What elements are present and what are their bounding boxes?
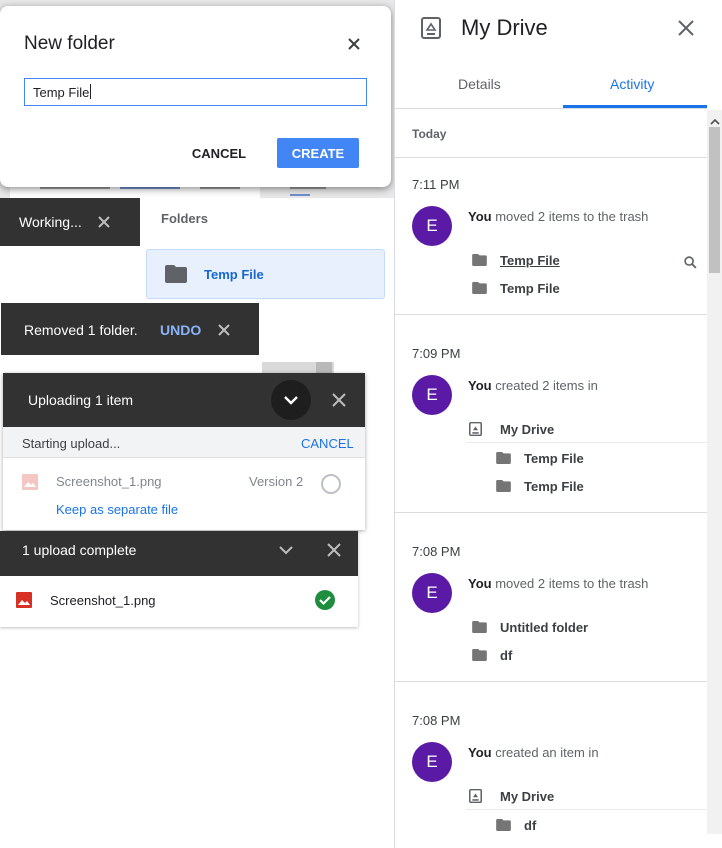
tab-details[interactable]: Details [458,76,501,92]
activity-description: You created an item in [468,745,599,760]
activity-action: created an item in [495,745,599,760]
image-file-icon [22,474,38,495]
text-caret [90,84,91,99]
tab-divider [395,108,707,109]
drive-icon [469,421,482,441]
working-snackbar: Working... [0,198,140,246]
activity-description: You moved 2 items to the trash [468,576,648,591]
keep-separate-link[interactable]: Keep as separate file [56,502,178,517]
divider [395,512,707,513]
activity-item[interactable]: Temp File [524,479,584,494]
upload-file-version: Version 2 [249,474,304,489]
uploading-panel: Uploading 1 item Starting upload... CANC… [3,373,365,530]
upload-status-bar: Starting upload... CANCEL [3,427,365,458]
divider [395,314,707,315]
tab-activity[interactable]: Activity [610,76,654,92]
folders-section-label: Folders [161,211,208,226]
folder-icon [472,648,487,666]
removed-text: Removed 1 folder. [24,322,138,338]
activity-actor: You [468,378,492,393]
folder-icon [472,281,487,299]
upload-file-row: Screenshot_1.png Version 2 Keep as separ… [3,458,365,524]
section-label: Today [412,127,447,141]
folder-card-label: Temp File [204,267,264,282]
panel-title: My Drive [461,15,548,40]
activity-location[interactable]: My Drive [500,789,554,804]
divider [395,681,707,682]
activity-item[interactable]: df [524,818,536,833]
progress-ring-icon [321,474,341,494]
close-icon[interactable] [326,542,342,563]
activity-description: You moved 2 items to the trash [468,209,648,224]
search-icon[interactable] [684,256,697,274]
activity-actor: You [468,209,492,224]
close-icon[interactable] [677,19,695,42]
cancel-button[interactable]: CANCEL [181,138,257,168]
folder-icon [165,265,187,288]
upload-status-text: Starting upload... [22,436,121,451]
collapse-button[interactable] [271,380,311,420]
upload-file-name: Screenshot_1.png [56,474,162,489]
activity-item[interactable]: df [500,648,512,663]
undo-button[interactable]: UNDO [160,322,201,338]
avatar: E [412,375,452,415]
folder-icon [472,253,487,271]
activity-time: 7:08 PM [412,713,461,728]
avatar: E [412,573,452,613]
removed-snackbar: Removed 1 folder. UNDO [1,303,259,355]
activity-item[interactable]: Temp File [500,281,560,296]
check-circle-icon [315,590,335,615]
activity-actor: You [468,745,492,760]
activity-item[interactable]: Temp File [500,253,560,268]
close-icon[interactable] [96,214,112,235]
divider [395,157,707,158]
folder-card[interactable]: Temp File [146,249,385,299]
activity-action: moved 2 items to the trash [495,576,649,591]
divider [466,442,707,443]
chevron-down-icon[interactable] [278,542,294,563]
cancel-upload-button[interactable]: CANCEL [301,436,354,451]
avatar: E [412,206,452,246]
activity-action: created 2 items in [495,378,598,393]
folder-icon [496,451,511,469]
close-icon[interactable] [216,322,232,343]
activity-action: moved 2 items to the trash [495,209,649,224]
folder-icon [496,818,511,836]
folder-icon [496,479,511,497]
screen: Folders Temp File New folder CANCEL CREA… [0,0,722,848]
upload-complete-panel: 1 upload complete Screenshot_1.png [0,531,358,627]
activity-actor: You [468,576,492,591]
divider [466,809,707,810]
close-icon[interactable] [344,34,364,54]
activity-description: You created 2 items in [468,378,598,393]
completed-file-name: Screenshot_1.png [50,593,156,608]
activity-time: 7:08 PM [412,544,461,559]
create-button[interactable]: CREATE [277,138,359,168]
uploading-title: Uploading 1 item [28,392,134,408]
working-text: Working... [19,214,82,230]
details-panel: My Drive Details Activity Today 7:11 PM … [394,0,722,848]
drive-icon [421,17,441,44]
new-folder-dialog: New folder CANCEL CREATE [0,6,391,187]
uploading-header: Uploading 1 item [3,373,365,427]
dialog-title: New folder [24,33,115,54]
close-icon[interactable] [331,392,347,413]
activity-item[interactable]: Temp File [524,451,584,466]
activity-location[interactable]: My Drive [500,422,554,437]
image-file-icon [16,592,32,613]
scrollbar-thumb[interactable] [709,127,720,273]
folder-icon [472,620,487,638]
drive-icon [469,788,482,808]
activity-item[interactable]: Untitled folder [500,620,588,635]
avatar: E [412,742,452,782]
upload-complete-title: 1 upload complete [22,542,137,558]
upload-complete-header: 1 upload complete [0,531,358,576]
folder-name-input[interactable] [24,78,367,106]
activity-time: 7:09 PM [412,346,461,361]
activity-time: 7:11 PM [412,177,460,192]
